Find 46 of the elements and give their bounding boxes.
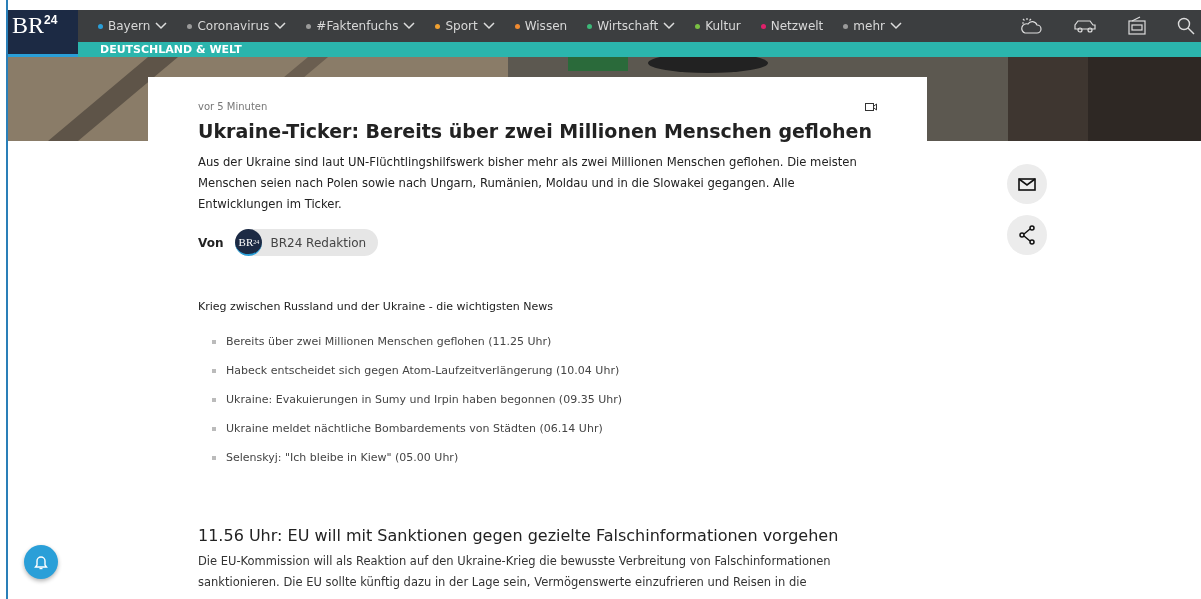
nav-item[interactable]: Kultur (695, 19, 741, 33)
chevron-icon (155, 22, 168, 30)
share-button[interactable] (1007, 215, 1047, 255)
nav-item[interactable]: Coronavirus (187, 19, 287, 33)
bullet-icon (212, 397, 216, 402)
nav-item[interactable]: Bayern (98, 19, 168, 33)
news-link[interactable]: Ukraine: Evakuierungen in Sumy und Irpin haben begonnen (09.35 Uhr) (226, 393, 622, 406)
nav-item[interactable]: Wissen (514, 19, 568, 33)
logo[interactable]: BR$^{24}$ (8, 10, 78, 57)
mail-icon (1018, 177, 1036, 191)
summary-heading: Krieg zwischen Russland und der Ukraine - die wichtigsten News (198, 300, 555, 313)
bell-icon (34, 554, 48, 570)
nav-item[interactable]: Netzwelt (760, 19, 824, 33)
chevron-icon (274, 22, 287, 30)
entry-title: 11.56 Uhr: EU will mit Sanktionen gegen gezielte Falschinformationen vorgehen (198, 526, 840, 545)
bullet-icon (212, 368, 216, 373)
news-link[interactable]: Bereits über zwei Millionen Menschen geflohen (11.25 Uhr) (226, 335, 552, 348)
timestamp: vor 5 Minuten (198, 101, 268, 112)
video-icon (865, 102, 877, 111)
bullet-icon (212, 426, 216, 431)
radio-icon[interactable] (1127, 16, 1147, 36)
chevron-icon (482, 22, 495, 30)
email-button[interactable] (1007, 164, 1047, 204)
author-chip[interactable]: BR$^{24}$ BR24 Redaktion (235, 229, 379, 256)
bullet-icon (212, 339, 216, 344)
news-link[interactable]: Selenskyj: "Ich bleibe in Kiew" (05.00 Uhr) (226, 451, 459, 464)
search-icon[interactable] (1177, 17, 1195, 35)
chevron-icon (889, 22, 902, 30)
article-teaser: Aus der Ukraine sind laut UN-Flüchtlingshilfswerk bisher mehr als zwei Millionen Menschen geflohen. Die meisten Menschen seien nach Polen sowie nach Ungarn, Rumänien, Moldau und in die Slowakei gegangen. Alle Entwicklungen im Ticker. (198, 154, 858, 213)
nav-item[interactable]: mehr (843, 19, 902, 33)
bullet-icon (212, 455, 216, 460)
news-link[interactable]: Ukraine meldet nächtliche Bombardements von Städten (06.14 Uhr) (226, 422, 603, 435)
weather-icon[interactable] (1019, 16, 1043, 36)
author-avatar: BR$^{24}$ (235, 229, 263, 256)
article-title: Ukraine-Ticker: Bereits über zwei Millionen Menschen geflohen (198, 120, 873, 142)
car-icon[interactable] (1073, 18, 1097, 34)
nav-item[interactable]: Sport (435, 19, 495, 33)
share-icon (1018, 225, 1036, 245)
byline-label: Von (198, 235, 224, 250)
chevron-icon (403, 22, 416, 30)
nav-item[interactable]: Wirtschaft (587, 19, 676, 33)
notification-button[interactable] (24, 545, 58, 579)
nav-item[interactable]: #Faktenfuchs (306, 19, 416, 33)
entry-text: Die EU-Kommission will als Reaktion auf den Ukraine-Krieg die bewusste Verbreitung von Falschinformationen sanktionieren. Die EU sollte künftig dazu in der Lage sein, Vermögenswerte einzufrieren und Reisen in die (198, 553, 832, 591)
chevron-icon (663, 22, 676, 30)
news-link[interactable]: Habeck entscheidet sich gegen Atom-Laufzeitverlängerung (10.04 Uhr) (226, 364, 620, 377)
